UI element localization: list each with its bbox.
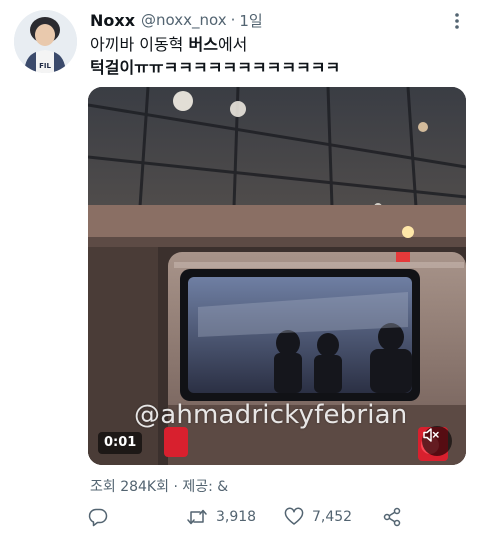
author-name[interactable]: Noxx [90,11,135,30]
text-segment-bold: ㅠㅠㅋㅋㅋㅋㅋㅋㅋㅋㅋㅋㅋㅋ [134,58,341,77]
reply-button[interactable] [88,503,116,531]
like-count: 7,452 [312,509,353,525]
avatar-shirt-text: FIL [39,62,51,70]
more-icon [455,13,459,29]
like-button[interactable]: 7,452 [284,503,352,531]
retweet-button[interactable]: 3,918 [186,503,256,531]
view-count: 조회 284K회 · 제공: & [90,479,229,495]
text-segment: 에서 [217,35,248,54]
video-timecode: 0:01 [98,432,143,454]
tweet-text-line-1: 아끼바 이동혁 버스에서 [90,33,460,56]
reply-icon [88,508,108,527]
author-handle[interactable]: @noxx_nox [141,11,227,29]
text-segment-bold: 버스 [188,35,218,54]
like-icon [284,507,304,525]
more-options-button[interactable] [444,8,470,34]
tweet-header: Noxx @noxx_nox · 1일 [90,9,263,31]
header-separator: · [230,11,236,29]
text-segment: 아끼바 이동혁 [90,35,189,54]
tweet-time[interactable]: 1일 [239,10,262,31]
mute-icon [423,428,439,442]
video-watermark: @ahmadrickyfebrian [134,400,408,430]
tweet: FIL Noxx @noxx_nox · 1일 아끼바 이동혁 버스에서 턱걸이… [0,0,480,543]
tweet-text: 아끼바 이동혁 버스에서 턱걸이ㅠㅠㅋㅋㅋㅋㅋㅋㅋㅋㅋㅋㅋㅋ [90,33,460,79]
tweet-actions: 3,918 7,452 [88,503,428,531]
video-player[interactable]: @ahmadrickyfebrian 0:01 [88,87,466,465]
avatar[interactable]: FIL [14,10,77,73]
retweet-count: 3,918 [216,509,257,525]
tweet-text-line-2: 턱걸이ㅠㅠㅋㅋㅋㅋㅋㅋㅋㅋㅋㅋㅋㅋ [90,56,460,79]
retweet-icon [187,509,207,525]
text-segment-bold: 턱걸이 [90,58,135,77]
share-icon [383,507,401,527]
mute-button[interactable] [422,426,452,456]
share-button[interactable] [382,503,402,531]
